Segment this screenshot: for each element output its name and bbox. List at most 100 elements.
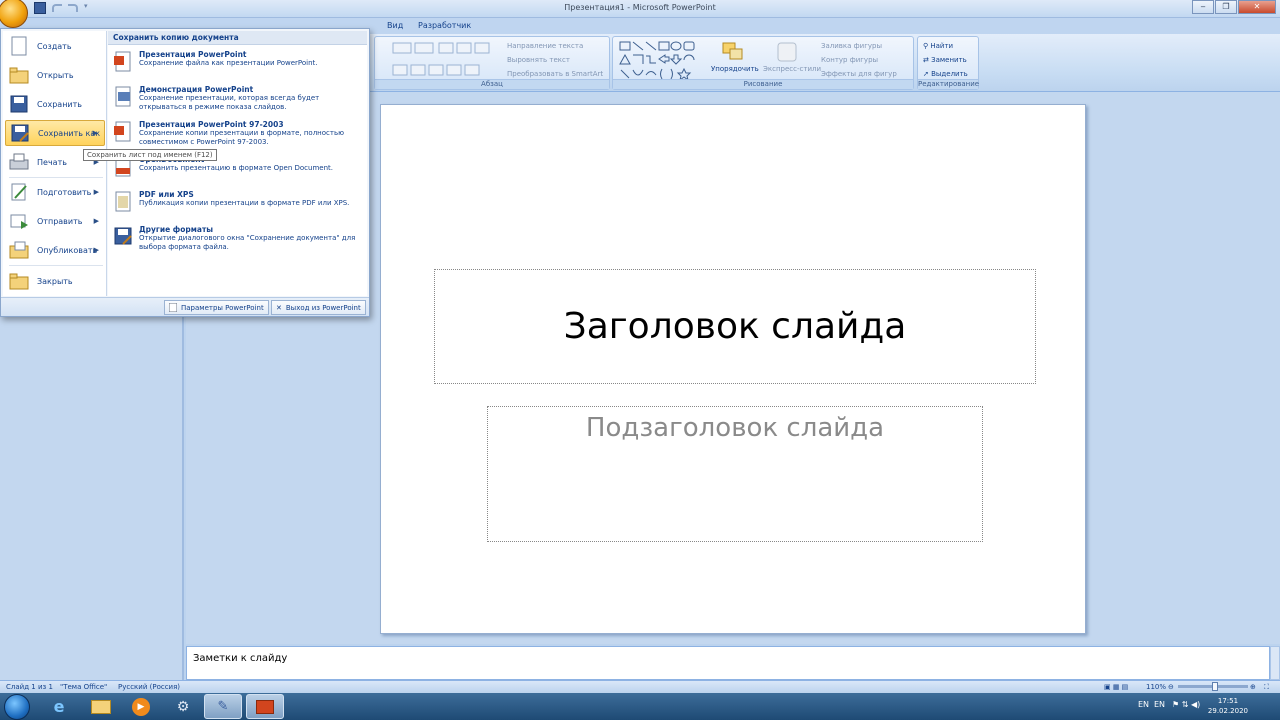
powerpoint-options-label: Параметры PowerPoint — [181, 303, 264, 312]
save-as-pdf-xps[interactable]: PDF или XPS Публикация копии презентации… — [110, 189, 362, 223]
zoom-level[interactable]: 110% — [1146, 683, 1166, 691]
options-icon — [169, 303, 177, 312]
arrange-button[interactable]: Упорядочить — [711, 65, 759, 73]
close-doc-icon — [9, 273, 29, 290]
save-as-ppt97[interactable]: Презентация PowerPoint 97-2003 Сохранени… — [110, 119, 362, 153]
replace-label: Заменить — [931, 56, 967, 64]
menu-new[interactable]: Создать — [5, 33, 105, 59]
publish-icon — [9, 241, 29, 259]
menu-publish[interactable]: Опубликовать ▶ — [5, 237, 105, 263]
shape-effects-button[interactable]: Эффекты для фигур — [821, 70, 897, 78]
menu-prepare[interactable]: Подготовить ▶ — [5, 179, 105, 205]
language-indicator-1[interactable]: EN — [1138, 700, 1149, 709]
find-label: Найти — [930, 42, 954, 50]
menu-save[interactable]: Сохранить — [5, 91, 105, 117]
align-text-button[interactable]: Выровнять текст — [507, 56, 570, 64]
editing-group: ⚲ Найти ⇄ Заменить ➚ Выделить Редактиров… — [917, 36, 979, 90]
save-icon — [10, 95, 28, 113]
language-indicator-2[interactable]: EN — [1154, 700, 1165, 709]
shape-outline-button[interactable]: Контур фигуры — [821, 56, 878, 64]
paint-icon[interactable]: ✎ — [204, 694, 242, 719]
text-direction-button[interactable]: Направление текста — [507, 42, 583, 50]
menu-separator — [9, 265, 103, 266]
pdf-file-icon — [115, 191, 131, 212]
submenu-arrow-icon: ▶ — [93, 188, 99, 196]
clock-time: 17:51 — [1217, 697, 1239, 705]
paragraph-group: Направление текста Выровнять текст Преоб… — [374, 36, 610, 90]
taskbar: e ▶ ⚙ ✎ EN EN ⚑ ⇅ ◀) 17:51 29.02.2020 — [0, 693, 1280, 720]
fit-slide-icon[interactable]: ⛶ — [1264, 683, 1269, 692]
select-cursor-icon: ➚ — [923, 70, 932, 78]
close-button[interactable]: ✕ — [1238, 0, 1276, 14]
save-as-tooltip: Сохранить лист под именем (F12) — [83, 149, 217, 161]
submenu-arrow-icon: ▶ — [93, 217, 99, 225]
quick-styles-button[interactable]: Экспресс-стили — [763, 65, 821, 73]
view-buttons-icon[interactable]: ▣ ▦ ▤ — [1104, 683, 1128, 691]
save-as-pptx[interactable]: Презентация PowerPoint Сохранение файла … — [110, 49, 362, 83]
notes-placeholder: Заметки к слайду — [193, 653, 288, 664]
menu-close[interactable]: Закрыть — [5, 268, 105, 294]
convert-smartart-button[interactable]: Преобразовать в SmartArt — [507, 70, 603, 78]
office-menu-footer: Параметры PowerPoint ✕ Выход из PowerPoi… — [1, 297, 369, 316]
explorer-icon[interactable] — [82, 694, 120, 719]
zoom-in-icon[interactable]: ⊕ — [1250, 683, 1256, 691]
menu-separator — [9, 177, 103, 178]
tab-developer[interactable]: Разработчик — [418, 21, 471, 30]
find-button[interactable]: ⚲ Найти — [923, 42, 953, 50]
editing-group-label: Редактирование — [918, 79, 980, 89]
menu-save-as[interactable]: Сохранить как ▶ — [5, 120, 105, 146]
paragraph-group-label: Абзац — [375, 79, 609, 89]
exit-powerpoint-button[interactable]: ✕ Выход из PowerPoint — [271, 300, 366, 315]
status-bar: Слайд 1 из 1 "Тема Office" Русский (Росс… — [0, 680, 1280, 693]
open-folder-icon — [9, 67, 29, 84]
arrange-icon — [722, 42, 743, 60]
save-as-icon — [11, 124, 29, 142]
ppsx-file-icon — [115, 86, 131, 107]
tab-view[interactable]: Вид — [387, 21, 403, 30]
ppt-file-icon — [114, 121, 131, 142]
window-controls: ‒ ❐ ✕ — [1191, 0, 1276, 14]
select-label: Выделить — [931, 70, 968, 78]
menu-open[interactable]: Открыть — [5, 62, 105, 88]
powerpoint-taskbar-icon[interactable] — [246, 694, 284, 719]
save-as-show[interactable]: Демонстрация PowerPoint Сохранение презе… — [110, 84, 362, 118]
send-icon — [10, 214, 28, 229]
slide-counter: Слайд 1 из 1 — [6, 683, 53, 691]
system-clock[interactable]: 17:51 29.02.2020 — [1208, 696, 1248, 716]
save-as-other[interactable]: Другие форматы Открытие диалогового окна… — [110, 224, 362, 258]
media-player-icon[interactable]: ▶ — [122, 694, 160, 719]
ie-icon[interactable]: e — [40, 694, 78, 719]
drawing-group: Упорядочить Экспресс-стили Заливка фигур… — [612, 36, 914, 90]
print-icon — [9, 153, 29, 170]
powerpoint-options-button[interactable]: Параметры PowerPoint — [164, 300, 269, 315]
zoom-slider-handle[interactable] — [1212, 682, 1218, 691]
theme-name[interactable]: "Тема Office" — [60, 683, 107, 691]
menu-send[interactable]: Отправить ▶ — [5, 208, 105, 234]
shapes-gallery-icon[interactable] — [618, 40, 704, 80]
zoom-out-icon[interactable]: ⊖ — [1168, 683, 1174, 691]
maximize-button[interactable]: ❐ — [1215, 0, 1237, 14]
start-button[interactable] — [4, 694, 30, 720]
save-as-submenu-header: Сохранить копию документа — [108, 31, 367, 45]
tool-icon[interactable]: ⚙ — [164, 694, 202, 719]
exit-powerpoint-label: Выход из PowerPoint — [285, 303, 361, 312]
tray-icons[interactable]: ⚑ ⇅ ◀) — [1172, 700, 1200, 709]
slide-canvas[interactable]: Заголовок слайда Подзаголовок слайда — [380, 104, 1086, 634]
notes-pane[interactable]: Заметки к слайду — [186, 646, 1270, 680]
slide-title-placeholder[interactable]: Заголовок слайда — [434, 269, 1036, 384]
language-indicator[interactable]: Русский (Россия) — [118, 683, 180, 691]
shape-fill-button[interactable]: Заливка фигуры — [821, 42, 882, 50]
select-button[interactable]: ➚ Выделить — [923, 70, 968, 78]
slide-subtitle-placeholder[interactable]: Подзаголовок слайда — [487, 406, 983, 542]
minimize-button[interactable]: ‒ — [1192, 0, 1214, 14]
drawing-group-label: Рисование — [613, 79, 913, 89]
other-formats-icon — [114, 227, 132, 245]
submenu-arrow-icon: ▶ — [93, 246, 99, 254]
paragraph-buttons-icon[interactable] — [391, 41, 491, 81]
office-menu-commands: Создать Открыть Сохранить Сохранить как … — [3, 31, 107, 296]
replace-button[interactable]: ⇄ Заменить — [923, 56, 967, 64]
quick-styles-icon — [777, 42, 797, 62]
clock-date: 29.02.2020 — [1207, 707, 1248, 715]
notes-scrollbar[interactable] — [1270, 646, 1280, 680]
submenu-arrow-icon: ▶ — [92, 129, 98, 137]
